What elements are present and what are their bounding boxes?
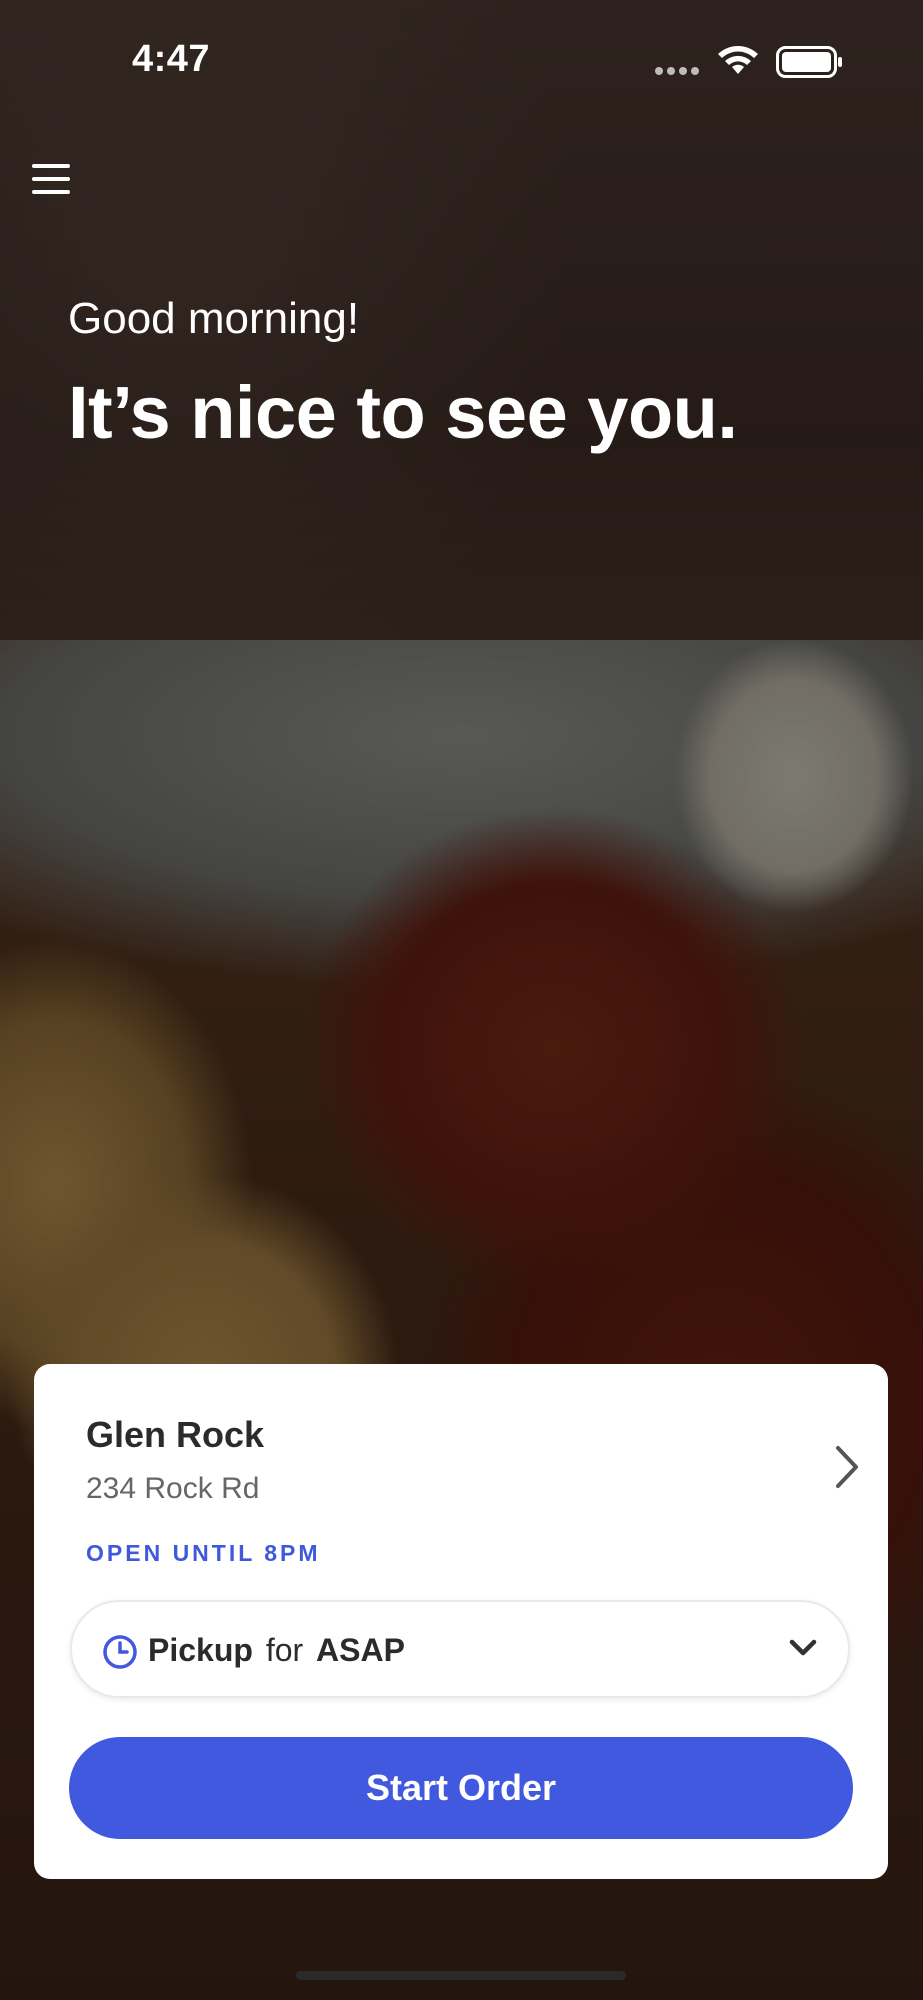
chevron-down-icon: [789, 1639, 817, 1656]
menu-icon[interactable]: [32, 164, 70, 202]
store-card: Glen Rock 234 Rock Rd OPEN UNTIL 8PM Pic…: [34, 1364, 888, 1879]
status-time: 4:47: [132, 38, 211, 80]
store-address: 234 Rock Rd: [86, 1472, 260, 1505]
pickup-time-selector[interactable]: Pickup for ASAP: [70, 1600, 850, 1698]
store-name: Glen Rock: [86, 1414, 265, 1455]
status-bar: 4:47: [0, 0, 923, 120]
clock-icon: [103, 1635, 137, 1669]
chevron-right-icon: [836, 1446, 858, 1488]
battery-icon: [776, 46, 842, 78]
order-mode: Pickup: [148, 1632, 253, 1668]
open-status: OPEN UNTIL 8PM: [86, 1540, 321, 1566]
wifi-icon: [718, 46, 758, 74]
start-order-button[interactable]: Start Order: [69, 1737, 853, 1839]
order-connector: for: [265, 1632, 304, 1668]
home-indicator: [296, 1971, 626, 1980]
order-time: ASAP: [316, 1632, 405, 1668]
greeting-text: Good morning!: [68, 294, 360, 343]
signal-icon: [655, 67, 699, 75]
store-selector[interactable]: Glen Rock 234 Rock Rd: [86, 1414, 858, 1524]
headline-text: It’s nice to see you.: [68, 371, 738, 454]
pickup-label: Pickup for ASAP: [148, 1632, 405, 1669]
